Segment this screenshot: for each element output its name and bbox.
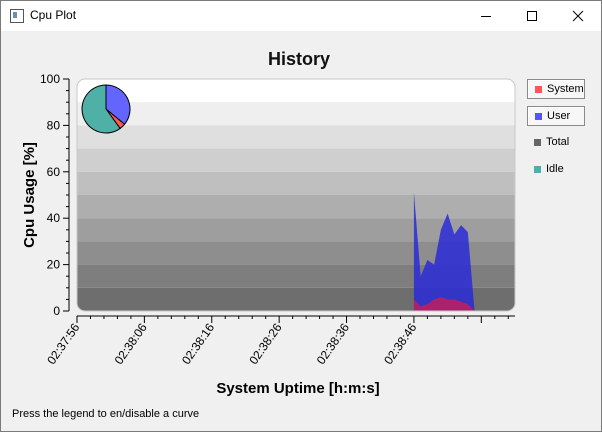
legend-label: Total xyxy=(546,136,570,148)
y-tick-label: 80 xyxy=(47,118,61,132)
y-tick-label: 40 xyxy=(47,211,61,225)
background-band xyxy=(77,125,515,149)
x-tick-label: 02:38:16 xyxy=(179,320,217,367)
app-window: Cpu Plot History 0 20 40 60 80 100 02:37:56 02… xyxy=(0,0,602,432)
x-tick-label: 02:38:36 xyxy=(314,320,352,367)
status-bar-text: Press the legend to en/disable a curve xyxy=(12,408,200,420)
x-tick-label: 02:38:46 xyxy=(381,320,419,367)
legend-label: System xyxy=(547,83,584,95)
legend-item-idle[interactable]: Idle xyxy=(527,160,585,180)
legend-swatch xyxy=(535,86,542,93)
legend-swatch xyxy=(535,113,542,120)
y-axis-label: Cpu Usage [%] xyxy=(21,142,38,248)
legend-item-user[interactable]: User xyxy=(527,106,585,126)
x-axis-label: System Uptime [h:m:s] xyxy=(216,380,379,397)
background-band xyxy=(77,171,515,195)
y-tick-label: 60 xyxy=(47,165,61,179)
background-band xyxy=(77,79,515,103)
y-tick-label: 100 xyxy=(40,72,60,86)
legend-item-total[interactable]: Total xyxy=(527,133,585,153)
legend-label: User xyxy=(547,110,571,122)
legend-label: Idle xyxy=(546,163,564,175)
x-tick-label: 02:38:26 xyxy=(246,320,284,367)
x-tick-label: 02:38:06 xyxy=(112,320,150,367)
background-band xyxy=(77,102,515,126)
y-tick-label: 0 xyxy=(53,304,60,318)
background-band xyxy=(77,195,515,219)
legend-item-system[interactable]: System xyxy=(527,79,585,99)
legend-swatch xyxy=(534,166,541,173)
cpu-history-chart: 0 20 40 60 80 100 02:37:56 02:38:06 02:38:16 02:… xyxy=(21,72,516,397)
legend-swatch xyxy=(534,139,541,146)
y-tick-label: 20 xyxy=(47,258,61,272)
background-band xyxy=(77,148,515,172)
x-tick-label: 02:37:56 xyxy=(44,320,82,367)
